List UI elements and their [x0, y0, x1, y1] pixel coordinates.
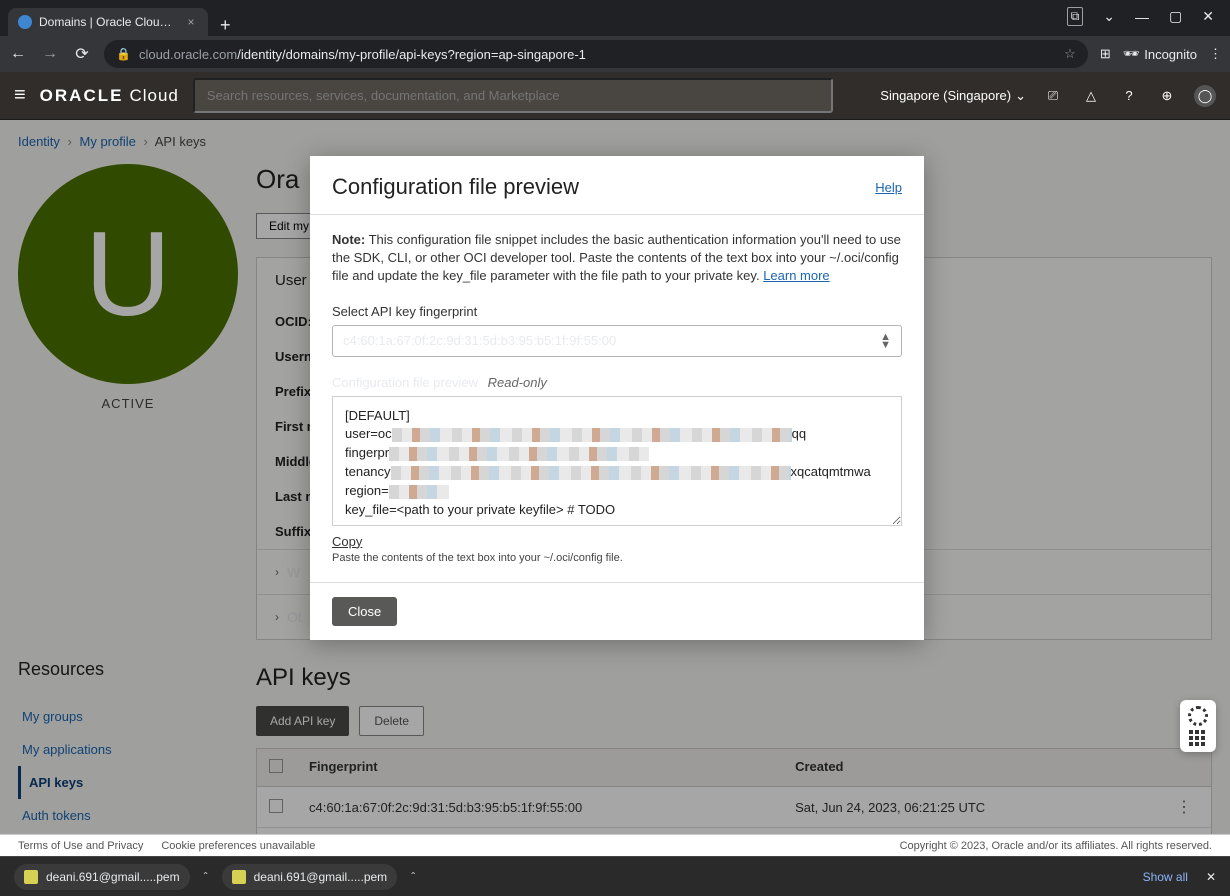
chevron-down-icon[interactable]: ⌄ — [1103, 8, 1115, 25]
reload-icon[interactable]: ⟳ — [72, 44, 92, 64]
close-icon[interactable]: × — [184, 15, 198, 29]
url-input[interactable]: 🔒 cloud.oracle.com/identity/domains/my-p… — [104, 40, 1088, 68]
minimize-icon[interactable]: — — [1135, 9, 1149, 25]
download-item[interactable]: deani.691@gmail.....pem — [14, 864, 190, 890]
oracle-logo[interactable]: ORACLE Cloud — [40, 86, 179, 106]
note-label: Note: — [332, 232, 365, 247]
config-textarea[interactable]: [DEFAULT] user=oc qq fingerpr tenancy xqca… — [332, 396, 902, 526]
support-icon — [1188, 706, 1208, 726]
select-stepper-icon: ▲▼ — [880, 333, 891, 349]
fingerprint-label: Select API key fingerprint — [332, 304, 902, 319]
readonly-badge: Read-only — [488, 375, 547, 390]
chevron-down-icon: ⌄ — [1015, 88, 1026, 104]
logo-cloud-text: Cloud — [129, 86, 178, 106]
oracle-header: ≡ ORACLE Cloud Singapore (Singapore) ⌄ ⎚… — [0, 72, 1230, 120]
terms-link[interactable]: Terms of Use and Privacy — [18, 840, 143, 852]
file-icon — [232, 870, 246, 884]
downloads-bar: deani.691@gmail.....pem ˆ deani.691@gmai… — [0, 856, 1230, 896]
chevron-up-icon[interactable]: ˆ — [204, 870, 208, 884]
back-icon[interactable]: ← — [8, 45, 28, 63]
pip-icon[interactable]: ⧉ — [1067, 7, 1084, 26]
browser-address-bar: ← → ⟳ 🔒 cloud.oracle.com/identity/domain… — [0, 36, 1230, 72]
fingerprint-select[interactable]: c4:60:1a:67:0f:2c:9d:31:5d:b3:95:b5:1f:9… — [332, 325, 902, 357]
extensions-icon[interactable]: ⊞ — [1100, 46, 1111, 62]
forward-icon: → — [40, 45, 60, 63]
redacted-icon — [389, 485, 449, 499]
config-line: [DEFAULT] — [345, 407, 889, 426]
config-line: key_file=<path to your private keyfile> … — [345, 501, 889, 520]
close-downloads-icon[interactable]: ✕ — [1206, 870, 1216, 884]
profile-icon[interactable]: ◯ — [1194, 85, 1216, 107]
help-icon[interactable]: ? — [1118, 85, 1140, 107]
redacted-icon — [392, 428, 792, 442]
fingerprint-value: c4:60:1a:67:0f:2c:9d:31:5d:b3:95:b5:1f:9… — [343, 333, 880, 348]
url-host: cloud.oracle.com — [139, 47, 237, 62]
region-selector[interactable]: Singapore (Singapore) ⌄ — [880, 88, 1026, 104]
modal-note: Note: This configuration file snippet in… — [332, 215, 902, 286]
learn-more-link[interactable]: Learn more — [763, 268, 829, 283]
grid-icon — [1189, 730, 1207, 746]
new-tab-button[interactable]: + — [208, 15, 243, 36]
redacted-icon — [389, 447, 649, 461]
download-item[interactable]: deani.691@gmail.....pem — [222, 864, 398, 890]
show-all-downloads-link[interactable]: Show all — [1143, 870, 1188, 884]
browser-tab-strip: Domains | Oracle Cloud Infrastru × + ⧉ ⌄… — [0, 0, 1230, 36]
search-input[interactable] — [193, 78, 833, 113]
config-text: tenancy — [345, 464, 391, 479]
config-text: qq — [792, 426, 806, 441]
config-text: user=oc — [345, 426, 392, 441]
incognito-badge[interactable]: 🕶 Incognito — [1123, 46, 1197, 62]
copy-hint: Paste the contents of the text box into … — [332, 552, 902, 564]
hamburger-icon[interactable]: ≡ — [14, 84, 26, 107]
window-controls: ⧉ ⌄ — ▢ ✕ — [1067, 7, 1222, 36]
globe-icon[interactable]: ⊕ — [1156, 85, 1178, 107]
copy-link[interactable]: Copy — [332, 534, 362, 549]
window-close-icon[interactable]: ✕ — [1202, 8, 1214, 25]
browser-tab-active[interactable]: Domains | Oracle Cloud Infrastru × — [8, 8, 208, 36]
chevron-up-icon[interactable]: ˆ — [411, 870, 415, 884]
incognito-icon: 🕶 — [1123, 46, 1140, 62]
tab-favicon — [18, 15, 32, 29]
copyright-text: Copyright © 2023, Oracle and/or its affi… — [900, 840, 1212, 852]
floating-help-widget[interactable] — [1180, 700, 1216, 752]
help-link[interactable]: Help — [875, 180, 902, 195]
redacted-icon — [391, 466, 791, 480]
logo-oracle-text: ORACLE — [40, 86, 124, 106]
dev-tools-icon[interactable]: ⎚ — [1042, 85, 1064, 107]
download-filename: deani.691@gmail.....pem — [254, 870, 388, 884]
close-button[interactable]: Close — [332, 597, 397, 626]
url-path: /identity/domains/my-profile/api-keys?re… — [237, 47, 586, 62]
cookie-prefs-link[interactable]: Cookie preferences unavailable — [161, 840, 315, 852]
file-icon — [24, 870, 38, 884]
region-label: Singapore (Singapore) — [880, 88, 1011, 103]
star-icon[interactable]: ☆ — [1064, 46, 1076, 62]
browser-menu-icon[interactable]: ⋮ — [1209, 46, 1222, 62]
announcements-icon[interactable]: △ — [1080, 85, 1102, 107]
config-text: fingerpr — [345, 445, 389, 460]
lock-icon: 🔒 — [116, 47, 131, 61]
preview-label: Configuration file preview Read-only — [332, 375, 902, 390]
modal-title: Configuration file preview — [332, 174, 875, 200]
maximize-icon[interactable]: ▢ — [1169, 8, 1182, 25]
download-filename: deani.691@gmail.....pem — [46, 870, 180, 884]
preview-label-text: Configuration file preview — [332, 375, 478, 390]
page-footer: Terms of Use and Privacy Cookie preferen… — [0, 834, 1230, 856]
incognito-label: Incognito — [1144, 47, 1197, 62]
config-text: region= — [345, 483, 389, 498]
config-text: xqcatqmtmwa — [791, 464, 871, 479]
config-preview-modal: Configuration file preview Help Note: Th… — [310, 156, 924, 640]
tab-title: Domains | Oracle Cloud Infrastru — [39, 15, 177, 29]
